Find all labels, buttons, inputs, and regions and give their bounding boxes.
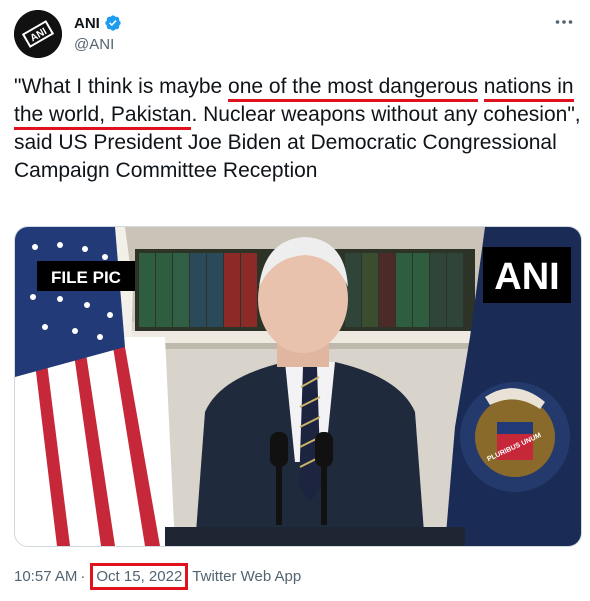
ani-watermark: ANI bbox=[494, 256, 559, 298]
tweet-photo[interactable]: FILE PIC ANI PLURIBUS UNUM bbox=[14, 226, 582, 547]
tweet-card: ANI ANI @ANI "What I think is maybe one … bbox=[0, 0, 590, 601]
display-name[interactable]: ANI bbox=[74, 15, 100, 32]
meta-separator: · bbox=[80, 568, 86, 585]
tweet-meta: 10:57 AM · Oct 15, 2022 Twitter Web App bbox=[14, 563, 301, 590]
tweet-source[interactable]: Twitter Web App bbox=[192, 568, 301, 585]
tweet-text-part: "What I think is maybe bbox=[14, 75, 229, 98]
file-pic-label: FILE PIC bbox=[51, 268, 121, 287]
tweet-text-part bbox=[478, 75, 484, 98]
verified-badge-icon bbox=[105, 15, 121, 31]
ani-logo-icon: ANI bbox=[14, 10, 62, 58]
name-row: ANI bbox=[74, 14, 122, 32]
handle[interactable]: @ANI bbox=[74, 36, 114, 53]
more-options-button[interactable] bbox=[552, 12, 576, 32]
tweet-text: "What I think is maybe one of the most d… bbox=[14, 73, 582, 185]
avatar[interactable]: ANI bbox=[14, 10, 62, 58]
more-options-icon bbox=[555, 20, 573, 24]
podium bbox=[165, 527, 465, 546]
underlined-phrase: one of the most dangerous bbox=[228, 75, 478, 102]
tweet-date[interactable]: Oct 15, 2022 bbox=[90, 563, 189, 590]
photo-scene: FILE PIC ANI PLURIBUS UNUM bbox=[15, 227, 581, 546]
tweet-time[interactable]: 10:57 AM bbox=[14, 568, 77, 585]
